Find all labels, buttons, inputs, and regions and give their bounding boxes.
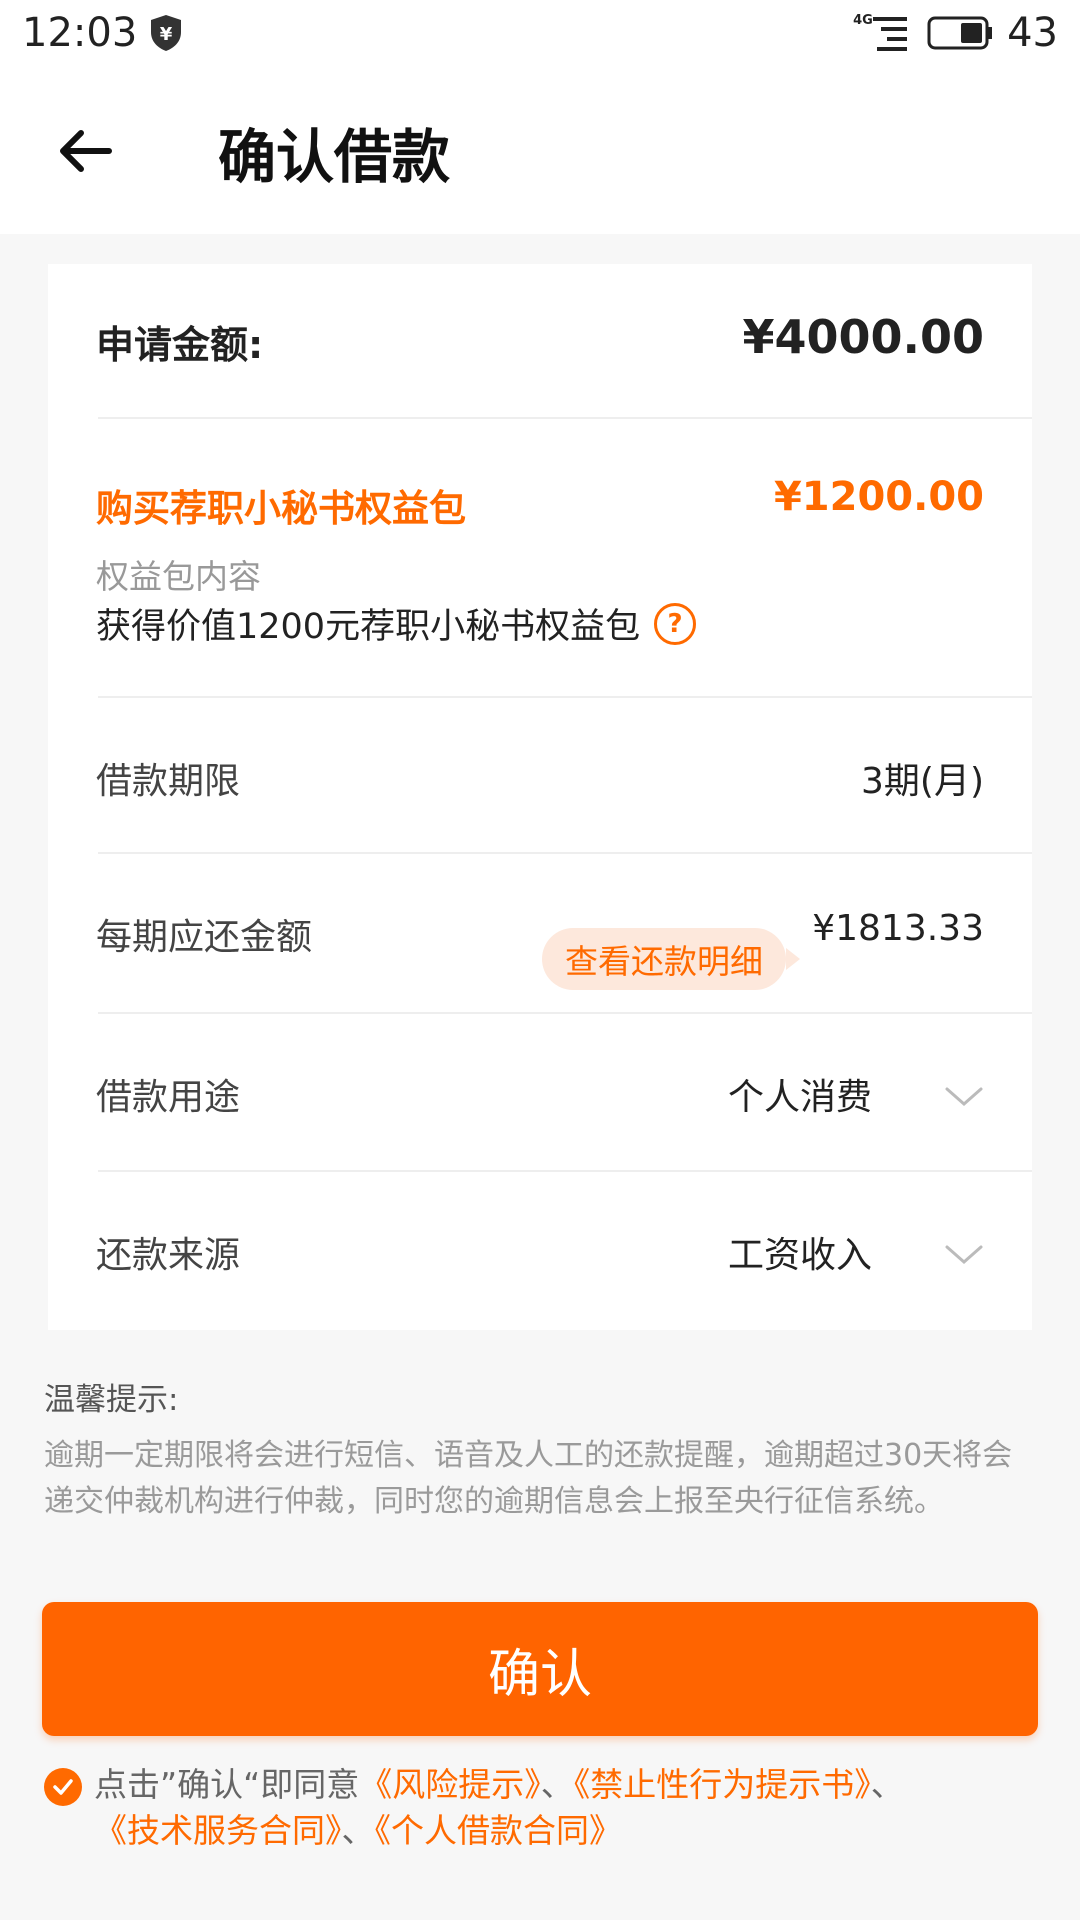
risk-notice-link[interactable]: 《风险提示》: [359, 1765, 541, 1804]
purpose-value[interactable]: 个人消费: [728, 1068, 872, 1120]
amount-label: 申请金额:: [96, 323, 264, 367]
back-button[interactable]: [50, 116, 120, 186]
app-header: 确认借款: [0, 66, 1080, 234]
package-content-label: 权益包内容: [96, 557, 261, 596]
loan-summary-card: 申请金额: ¥4000.00 购买荐职小秘书权益包 ¥1200.00 权益包内容…: [48, 264, 1032, 1330]
divider: [98, 1012, 1032, 1014]
amount-value: ¥4000.00: [742, 310, 984, 364]
question-icon[interactable]: ?: [654, 602, 697, 645]
battery-level: 43: [1007, 10, 1058, 56]
term-label: 借款期限: [96, 761, 241, 802]
personal-loan-contract-link[interactable]: 《个人借款合同》: [375, 1811, 623, 1850]
package-price: ¥1200.00: [773, 474, 984, 520]
check-icon[interactable]: [44, 1768, 82, 1806]
divider: [98, 696, 1032, 698]
chevron-down-icon[interactable]: [944, 1244, 984, 1266]
prohibited-behavior-link[interactable]: 《禁止性行为提示书》: [574, 1765, 871, 1804]
package-content-row: 获得价值1200元荐职小秘书权益包 ?: [96, 598, 697, 649]
signal-icon: 4G: [851, 11, 913, 55]
page-title: 确认借款: [218, 123, 451, 191]
network-type: 4G: [853, 13, 873, 28]
term-value: 3期(月): [861, 761, 984, 802]
divider: [98, 417, 1032, 419]
package-title: 购买荐职小秘书权益包: [96, 487, 466, 530]
tech-service-contract-link[interactable]: 《技术服务合同》: [94, 1811, 342, 1850]
chevron-down-icon[interactable]: [944, 1086, 984, 1108]
status-right: 4G 43: [851, 10, 1058, 56]
agreement-section: 点击”确认“即同意《风险提示》、《禁止性行为提示书》、 《技术服务合同》、《个人借…: [44, 1762, 1040, 1854]
purpose-label: 借款用途: [96, 1077, 241, 1118]
status-time: 12:03: [22, 10, 138, 56]
confirm-button[interactable]: 确认: [42, 1602, 1038, 1736]
shield-yuan-icon: ¥: [151, 15, 181, 51]
tips-title: 温馨提示:: [44, 1382, 179, 1418]
agreement-separator: 、: [540, 1765, 574, 1804]
agreement-separator: 、: [870, 1765, 904, 1804]
divider: [98, 1170, 1032, 1172]
divider: [98, 852, 1032, 854]
tips-section: 温馨提示: 逾期一定期限将会进行短信、语音及人工的还款提醒，逾期超过30天将会递…: [44, 1374, 1040, 1525]
repayment-detail-button[interactable]: 查看还款明细: [542, 928, 800, 990]
battery-icon: [927, 16, 993, 50]
arrow-left-icon: [60, 130, 112, 172]
status-bar: 12:03 ¥ 4G 43: [0, 0, 1080, 66]
repayment-detail-label: 查看还款明细: [565, 942, 763, 981]
package-content-desc: 获得价值1200元荐职小秘书权益包: [96, 607, 641, 647]
installment-label: 每期应还金额: [96, 917, 313, 958]
svg-text:¥: ¥: [160, 24, 173, 45]
pill-tail: [786, 948, 800, 970]
agreement-separator: 、: [341, 1811, 375, 1850]
agreement-prefix: 点击”确认“即同意: [94, 1765, 360, 1804]
tips-body: 逾期一定期限将会进行短信、语音及人工的还款提醒，逾期超过30天将会递交仲裁机构进…: [44, 1438, 1013, 1519]
agreement-text: 点击”确认“即同意《风险提示》、《禁止性行为提示书》、 《技术服务合同》、《个人借…: [44, 1762, 1040, 1854]
source-value[interactable]: 工资收入: [728, 1226, 872, 1278]
installment-value: ¥1813.33: [812, 908, 984, 949]
source-label: 还款来源: [96, 1235, 241, 1276]
